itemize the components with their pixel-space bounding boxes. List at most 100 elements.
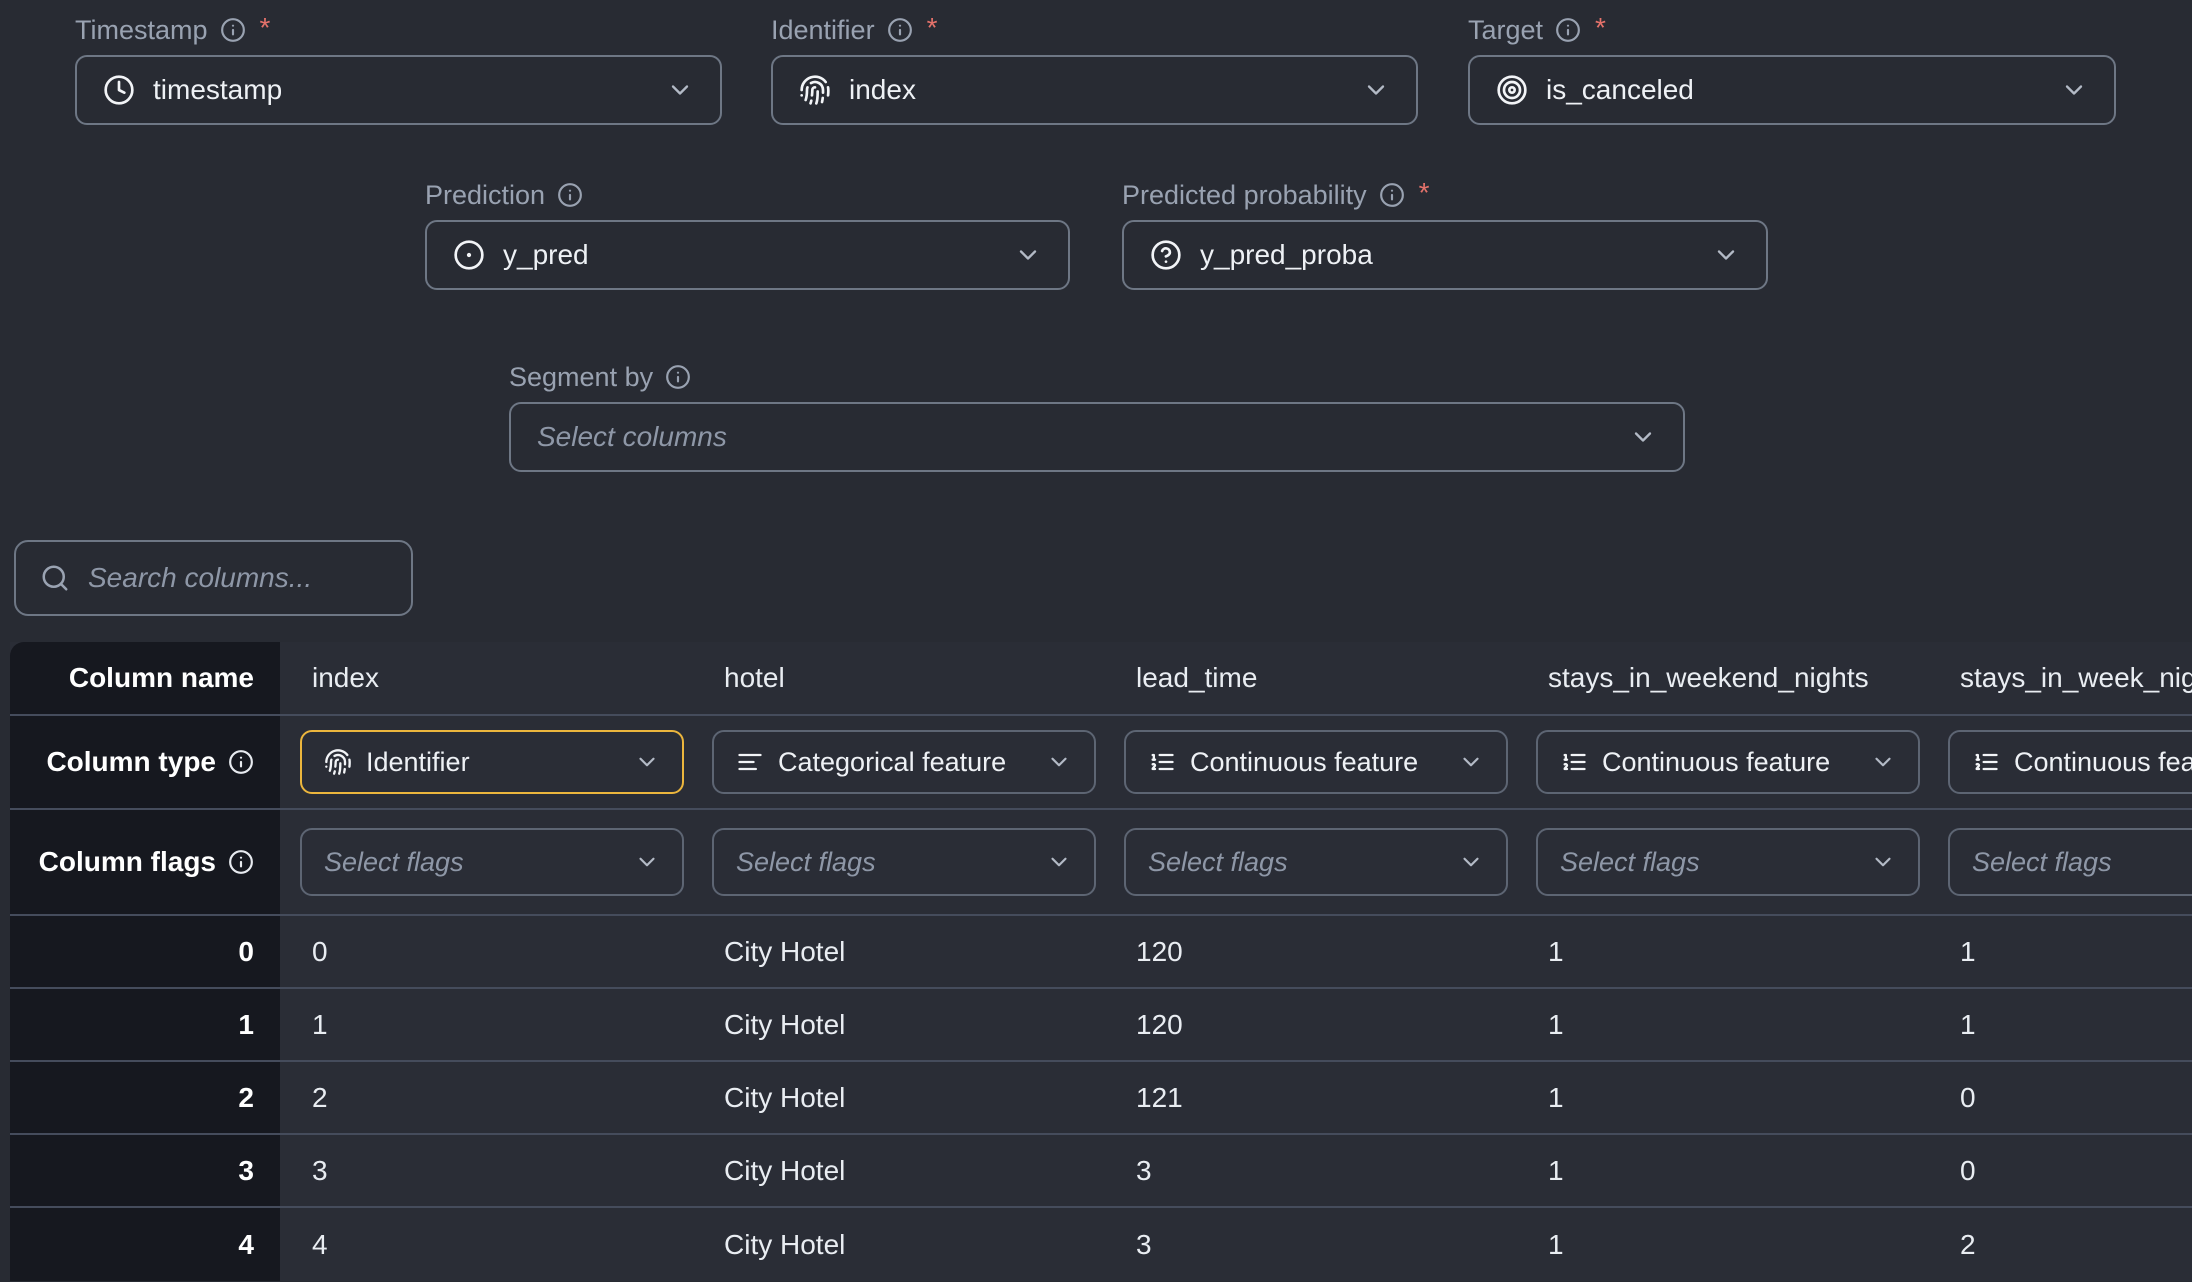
column-type-select[interactable]: Identifier	[300, 730, 684, 794]
cell-value: 1	[1516, 1062, 1928, 1133]
info-icon[interactable]	[228, 749, 254, 775]
search-icon	[40, 563, 70, 593]
cell-value: 3	[280, 1135, 692, 1206]
select-flags[interactable]: Select flags	[1124, 828, 1508, 896]
cell-value: City Hotel	[692, 1135, 1104, 1206]
required-asterisk: *	[1595, 12, 1606, 44]
row-index: 0	[10, 916, 280, 987]
help-circle-icon	[1150, 239, 1182, 271]
chevron-down-icon	[1046, 749, 1072, 775]
column-flags-cell: Select flags	[1104, 810, 1516, 914]
column-header: hotel	[692, 642, 1104, 714]
prediction-select[interactable]: y_pred	[425, 220, 1070, 290]
cell-value: 3	[1104, 1208, 1516, 1281]
chevron-down-icon	[1362, 76, 1390, 104]
column-type-select[interactable]: Continuous feature	[1536, 730, 1920, 794]
prediction-label: Prediction	[425, 173, 1070, 217]
row-index: 4	[10, 1208, 280, 1281]
continuous-icon	[1148, 748, 1176, 776]
info-icon[interactable]	[887, 17, 913, 43]
predicted-probability-select[interactable]: y_pred_proba	[1122, 220, 1768, 290]
identifier-label: Identifier *	[771, 8, 1418, 52]
column-type-select[interactable]: Continuous feature	[1124, 730, 1508, 794]
chevron-down-icon	[1458, 849, 1484, 875]
identifier-select[interactable]: index	[771, 55, 1418, 125]
info-icon[interactable]	[1555, 17, 1581, 43]
select-flags[interactable]: Select flags	[1536, 828, 1920, 896]
search-box	[14, 540, 413, 616]
select-flags-placeholder: Select flags	[1972, 847, 2112, 878]
fingerprint-icon	[799, 74, 831, 106]
column-type-value: Continuous feature	[2014, 747, 2192, 778]
search-input[interactable]	[88, 562, 449, 594]
table-body: 00City Hotel1201111City Hotel1201122City…	[10, 916, 2192, 1281]
identifier-field: Identifier * index	[771, 8, 1418, 125]
selected-value: y_pred	[503, 239, 589, 271]
column-type-value: Identifier	[366, 747, 470, 778]
info-icon[interactable]	[665, 364, 691, 390]
selected-value: y_pred_proba	[1200, 239, 1373, 271]
column-name-header: Column name	[10, 642, 280, 714]
column-header: stays_in_weekend_nights	[1516, 642, 1928, 714]
chevron-down-icon	[1014, 241, 1042, 269]
chevron-down-icon	[634, 849, 660, 875]
column-type-value: Continuous feature	[1602, 747, 1830, 778]
prediction-field: Prediction y_pred	[425, 173, 1070, 290]
column-flags-row: Column flags Select flags Select flags Sel…	[10, 810, 2192, 916]
cell-value: 0	[1928, 1062, 2192, 1133]
column-type-cell: Continuous feature	[1928, 716, 2192, 808]
table-row: 00City Hotel12011	[10, 916, 2192, 989]
chevron-down-icon	[1870, 849, 1896, 875]
segment-by-label: Segment by	[509, 355, 1685, 399]
cell-value: 4	[280, 1208, 692, 1281]
chevron-down-icon	[634, 749, 660, 775]
target-icon	[1496, 74, 1528, 106]
info-icon[interactable]	[1379, 182, 1405, 208]
predicted-probability-field: Predicted probability * y_pred_proba	[1122, 173, 1768, 290]
column-type-select[interactable]: Categorical feature	[712, 730, 1096, 794]
required-asterisk: *	[1419, 177, 1430, 209]
column-flags-cell: Select flags	[692, 810, 1104, 914]
cell-value: City Hotel	[692, 1208, 1104, 1281]
column-flags-cell: Select flags	[280, 810, 692, 914]
clock-icon	[103, 74, 135, 106]
select-flags[interactable]: Select flags	[712, 828, 1096, 896]
select-placeholder: Select columns	[537, 421, 727, 453]
field-label-text: Predicted probability	[1122, 180, 1367, 211]
column-type-cell: Categorical feature	[692, 716, 1104, 808]
select-flags-placeholder: Select flags	[324, 847, 464, 878]
cell-value: 2	[280, 1062, 692, 1133]
column-flags-header: Column flags	[10, 810, 280, 914]
column-type-select[interactable]: Continuous feature	[1948, 730, 2192, 794]
chevron-down-icon	[2060, 76, 2088, 104]
select-flags[interactable]: Select flags	[300, 828, 684, 896]
info-icon[interactable]	[557, 182, 583, 208]
target-select[interactable]: is_canceled	[1468, 55, 2116, 125]
table-row: 33City Hotel310	[10, 1135, 2192, 1208]
cell-value: 121	[1104, 1062, 1516, 1133]
required-asterisk: *	[260, 12, 271, 44]
column-header: stays_in_week_nights	[1928, 642, 2192, 714]
model-setup-page: Timestamp * timestamp Identifier * index…	[0, 0, 2192, 1282]
chevron-down-icon	[1712, 241, 1740, 269]
select-flags-placeholder: Select flags	[1560, 847, 1700, 878]
column-type-value: Categorical feature	[778, 747, 1006, 778]
chevron-down-icon	[1629, 423, 1657, 451]
segment-by-select[interactable]: Select columns	[509, 402, 1685, 472]
info-icon[interactable]	[220, 17, 246, 43]
cell-value: 1	[1516, 989, 1928, 1060]
selected-value: is_canceled	[1546, 74, 1694, 106]
field-label-text: Target	[1468, 15, 1543, 46]
timestamp-label: Timestamp *	[75, 8, 722, 52]
select-flags[interactable]: Select flags	[1948, 828, 2192, 896]
column-type-cell: Continuous feature	[1516, 716, 1928, 808]
info-icon[interactable]	[228, 849, 254, 875]
timestamp-select[interactable]: timestamp	[75, 55, 722, 125]
row-index: 1	[10, 989, 280, 1060]
table-row: 44City Hotel312	[10, 1208, 2192, 1281]
cell-value: 0	[1928, 1135, 2192, 1206]
cell-value: 0	[280, 916, 692, 987]
cell-value: 1	[1516, 1208, 1928, 1281]
column-type-value: Continuous feature	[1190, 747, 1418, 778]
chevron-down-icon	[1870, 749, 1896, 775]
